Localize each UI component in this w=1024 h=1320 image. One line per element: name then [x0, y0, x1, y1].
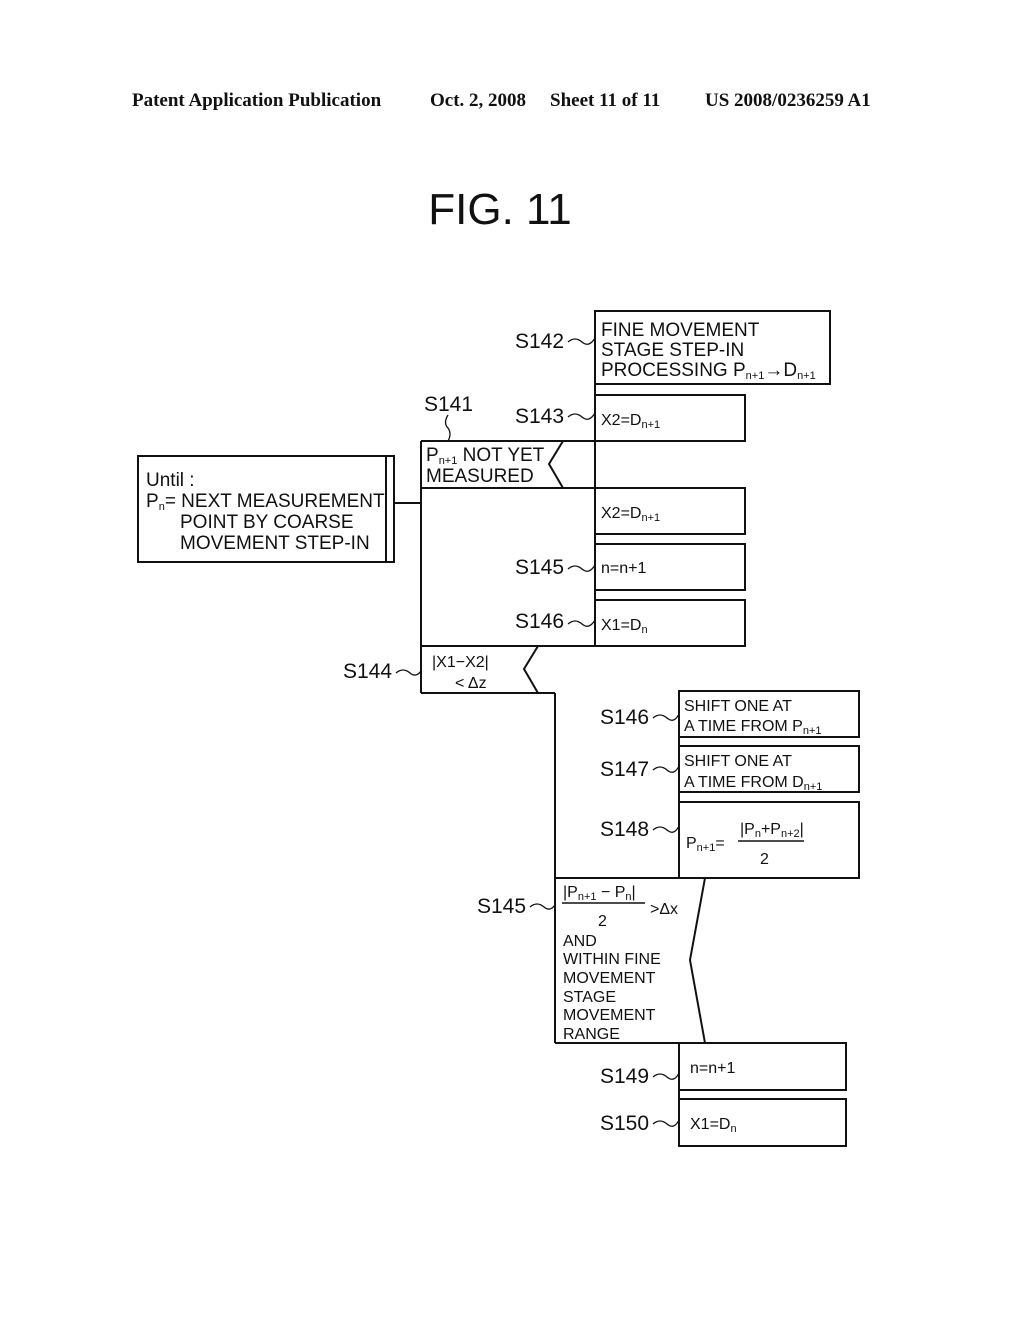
loop-line3: POINT BY COARSE [180, 512, 354, 533]
s144-line1: |X1−X2| [432, 654, 489, 671]
s145a-text: n=n+1 [601, 560, 646, 577]
s146b-label: S146 [600, 706, 649, 729]
loop-box: Until : Pn= NEXT MEASUREMENT POINT BY CO… [137, 455, 395, 563]
s142-label: S142 [515, 330, 564, 353]
s144-leader [395, 669, 422, 676]
step-s143: X2=Dn+1 S143 [515, 394, 746, 442]
loop-line4: MOVEMENT STEP-IN [180, 533, 370, 554]
s143-label: S143 [515, 405, 564, 428]
s146a-label: S146 [515, 610, 564, 633]
s147-line1: SHIFT ONE AT [684, 753, 792, 770]
s145a-leader [567, 564, 596, 572]
s142-line2: STAGE STEP-IN [601, 340, 744, 361]
s145b-denominator: 2 [598, 913, 607, 930]
s145b-line6: STAGE [563, 989, 616, 1006]
s146b-leader [652, 713, 680, 721]
s145b-label: S145 [477, 895, 526, 918]
s148-leader [652, 825, 680, 833]
step-s150-x1-assign: X1=Dn S150 [600, 1098, 847, 1147]
step-s142: FINE MOVEMENT STAGE STEP-IN PROCESSING P… [515, 310, 831, 385]
s145b-line7: MOVEMENT [563, 1007, 656, 1024]
loop-line1: Until : [146, 470, 195, 491]
s149-text: n=n+1 [690, 1060, 735, 1077]
s144-label: S144 [343, 660, 392, 683]
step-s147-shift-d: SHIFT ONE AT A TIME FROM Dn+1 S147 [600, 745, 860, 793]
s142-leader [567, 337, 596, 345]
s145b-line8: RANGE [563, 1026, 620, 1043]
s141-line2: MEASURED [426, 466, 534, 487]
s150-label: S150 [600, 1112, 649, 1135]
step-s145-condition: |Pn+1 − Pn| 2 >Δx AND WITHIN FINE MOVEME… [477, 877, 859, 1044]
s148-denominator: 2 [760, 851, 769, 868]
s145b-line4: WITHIN FINE [563, 951, 661, 968]
s147-line2: A TIME FROM Dn+1 [684, 774, 822, 793]
s145b-numerator: |Pn+1 − Pn| [563, 884, 636, 903]
s144-line2: < Δz [455, 675, 487, 692]
s146a-leader [567, 619, 596, 627]
s145b-line5: MOVEMENT [563, 970, 656, 987]
s143-leader [567, 412, 596, 420]
s146a-text: X1=Dn [601, 617, 648, 636]
step-s149-increment: n=n+1 S149 [600, 1042, 847, 1091]
s142-line1: FINE MOVEMENT [601, 320, 760, 341]
s150-text: X1=Dn [690, 1116, 737, 1135]
s141-line1: Pn+1 NOT YET [426, 445, 545, 467]
s147-leader [652, 765, 680, 773]
s146b-line1: SHIFT ONE AT [684, 698, 792, 715]
s148-label: S148 [600, 818, 649, 841]
s147-label: S147 [600, 758, 649, 781]
s142-line3: PROCESSING Pn+1→Dn+1 [601, 360, 816, 382]
s146b-line2: A TIME FROM Pn+1 [684, 718, 822, 737]
s145a-label: S145 [515, 556, 564, 579]
s149-label: S149 [600, 1065, 649, 1088]
step-s146-x1-assign: X1=Dn S146 [515, 599, 746, 647]
s150-leader [652, 1119, 680, 1127]
s145b-leader [529, 903, 556, 910]
step-x2-assign: X2=Dn+1 [594, 487, 746, 535]
step-s145-increment: n=n+1 S145 [515, 543, 746, 591]
step-s146-shift-p: SHIFT ONE AT A TIME FROM Pn+1 S146 [600, 690, 860, 738]
step-s148-formula: Pn+1= |Pn+Pn+2| 2 S148 [600, 801, 860, 879]
flowchart: Until : Pn= NEXT MEASUREMENT POINT BY CO… [137, 310, 860, 1147]
s145b-compare: >Δx [650, 901, 678, 918]
s141-leader [444, 414, 451, 442]
loop-line2: Pn= NEXT MEASUREMENT [146, 491, 385, 513]
step-s144-condition: |X1−X2| < Δz S144 [343, 645, 745, 694]
s149-leader [652, 1072, 680, 1080]
s145b-line3: AND [563, 933, 597, 950]
s141-label: S141 [424, 393, 473, 416]
